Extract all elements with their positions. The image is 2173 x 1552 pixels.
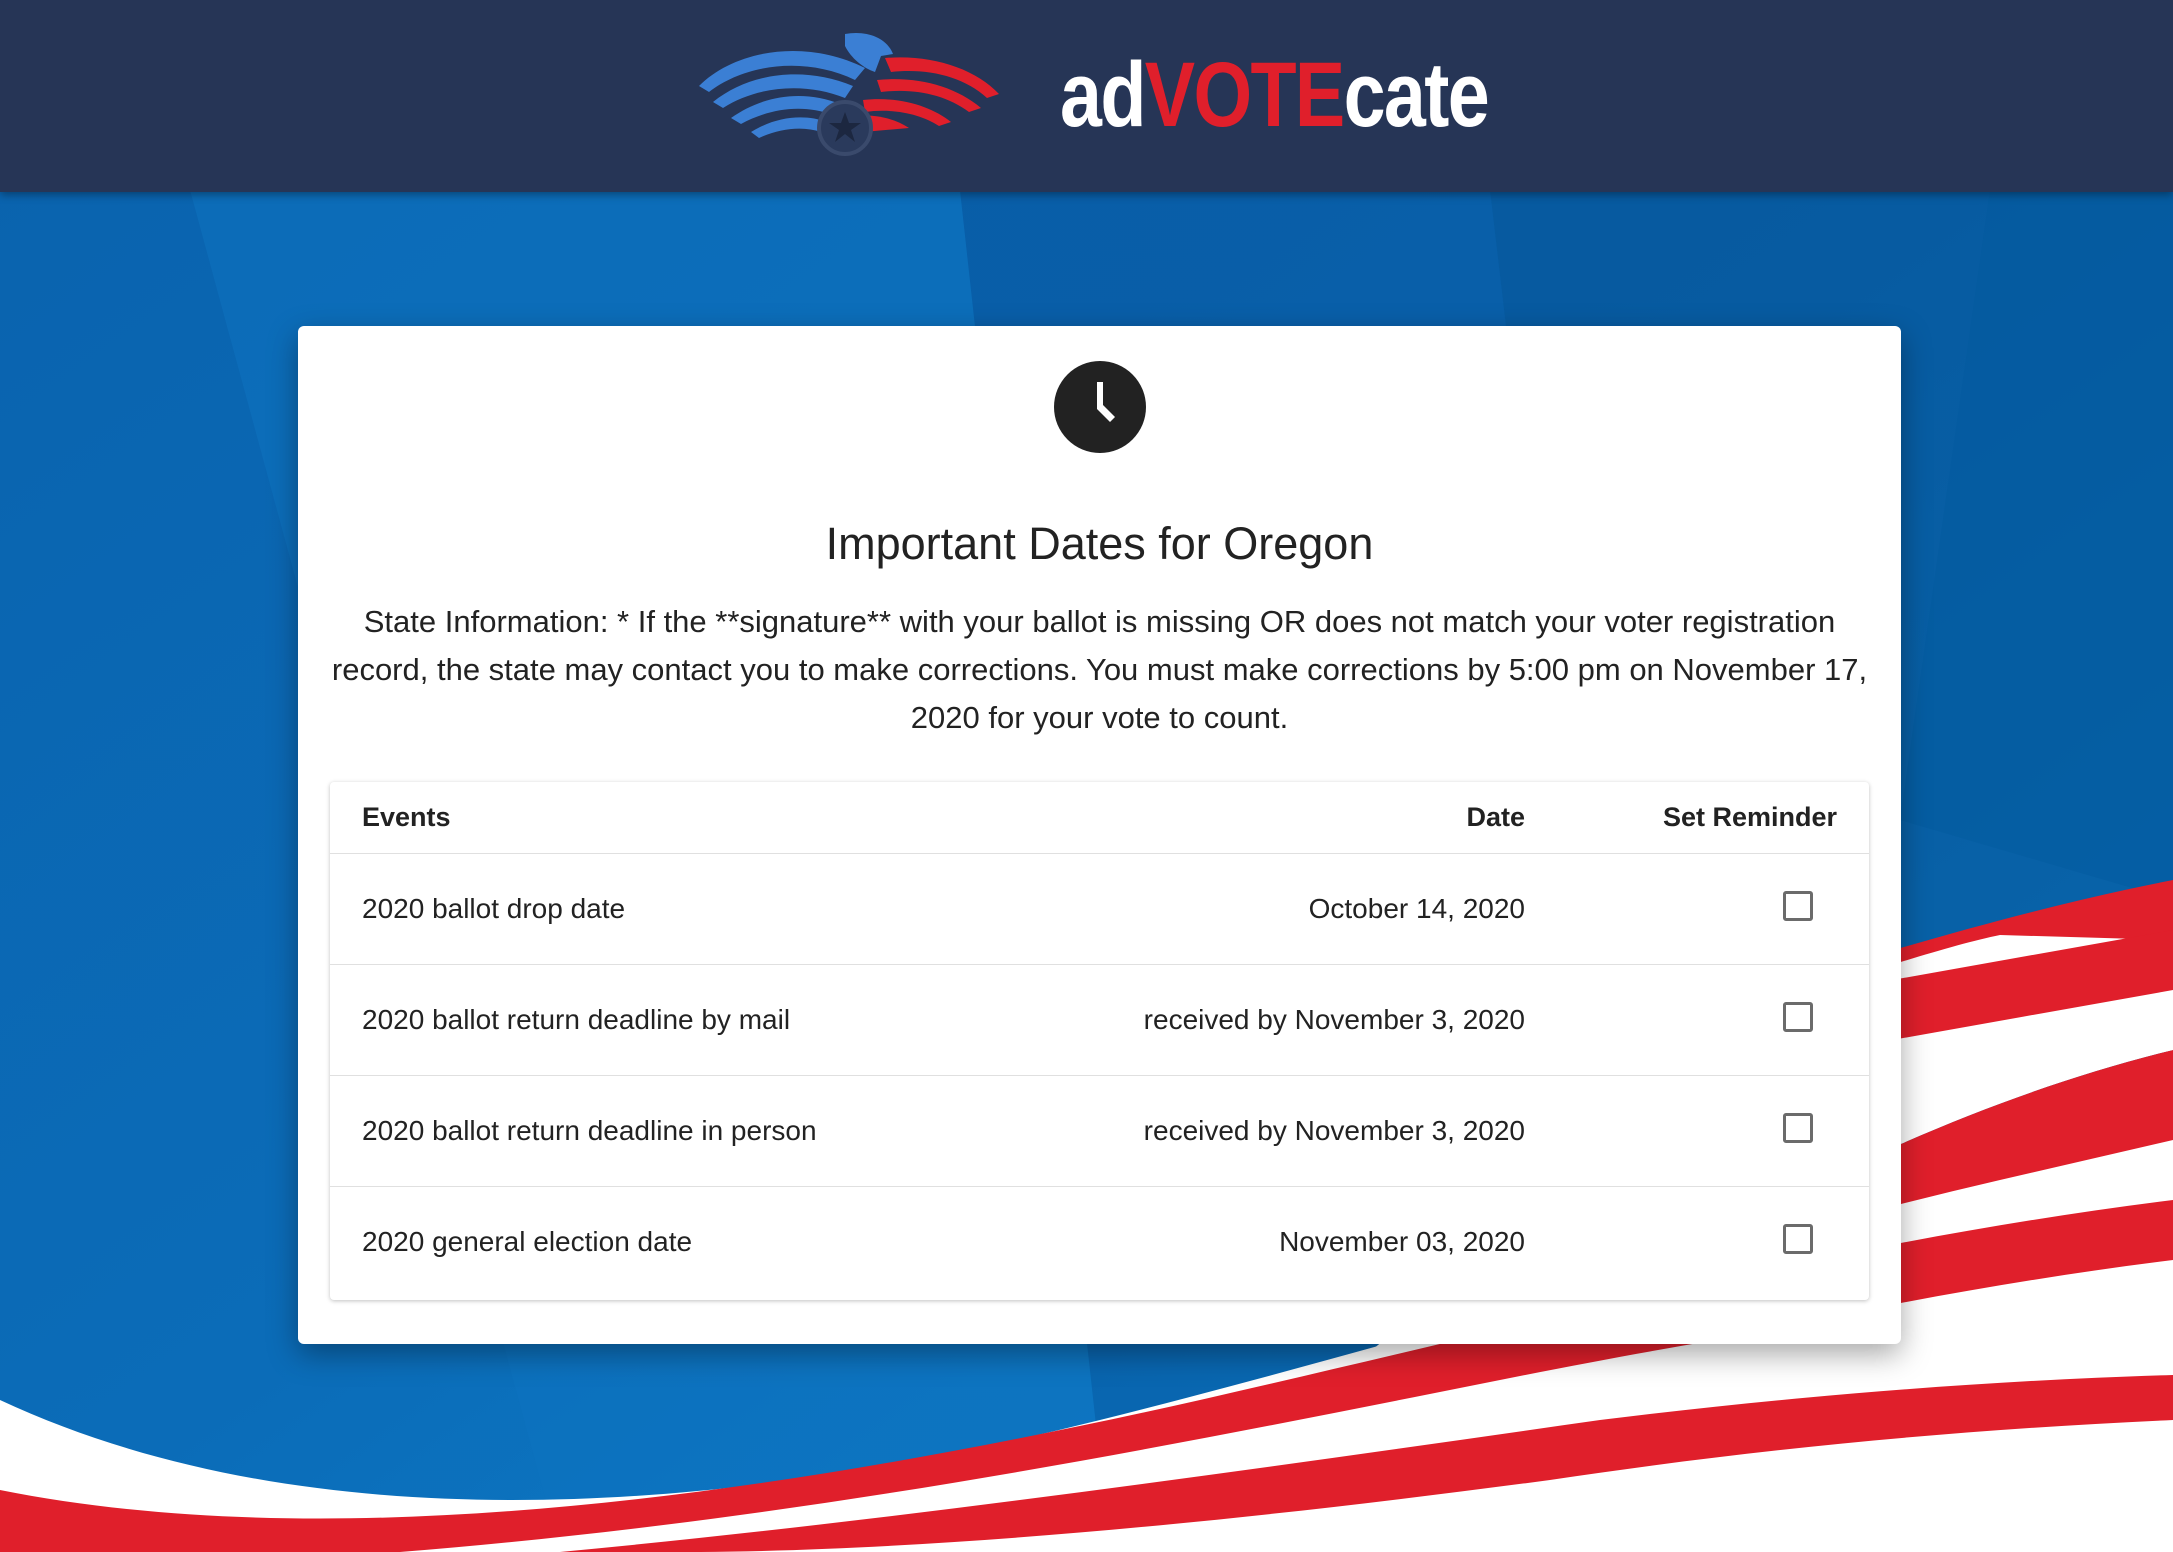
state-information-text: State Information: * If the **signature*… — [331, 604, 1868, 735]
event-name: 2020 ballot drop date — [362, 893, 626, 924]
clock-icon — [1054, 361, 1146, 453]
important-dates-card: Important Dates for Oregon State Informa… — [298, 326, 1901, 1344]
event-date: November 03, 2020 — [1279, 1226, 1525, 1257]
event-date: received by November 3, 2020 — [1143, 1004, 1525, 1035]
eagle-logo-icon[interactable] — [695, 28, 1000, 158]
set-reminder-checkbox[interactable] — [1783, 1002, 1813, 1032]
set-reminder-checkbox[interactable] — [1783, 1224, 1813, 1254]
site-header: adVOTEcate — [0, 0, 2173, 192]
column-header-set-reminder: Set Reminder — [1662, 802, 1837, 832]
table-row: 2020 ballot return deadline in person re… — [330, 1076, 1869, 1187]
event-date: October 14, 2020 — [1308, 893, 1525, 924]
column-header-date: Date — [1466, 802, 1525, 832]
event-name: 2020 general election date — [362, 1226, 693, 1257]
set-reminder-checkbox[interactable] — [1783, 891, 1813, 921]
events-table: Events Date Set Reminder 2020 ballot dro… — [330, 782, 1869, 1300]
column-header-events: Events — [362, 802, 451, 832]
advotecate-logo-text[interactable]: adVOTEcate — [1060, 40, 1490, 150]
table-row: 2020 ballot drop date October 14, 2020 — [330, 854, 1869, 965]
set-reminder-checkbox[interactable] — [1783, 1113, 1813, 1143]
event-name: 2020 ballot return deadline by mail — [362, 1004, 791, 1035]
page-title: Important Dates for Oregon — [825, 518, 1374, 569]
table-header: Events Date Set Reminder — [330, 782, 1869, 854]
table-row: 2020 ballot return deadline by mail rece… — [330, 965, 1869, 1076]
event-name: 2020 ballot return deadline in person — [362, 1115, 817, 1146]
event-date: received by November 3, 2020 — [1143, 1115, 1525, 1146]
table-row: 2020 general election date November 03, … — [330, 1187, 1869, 1297]
